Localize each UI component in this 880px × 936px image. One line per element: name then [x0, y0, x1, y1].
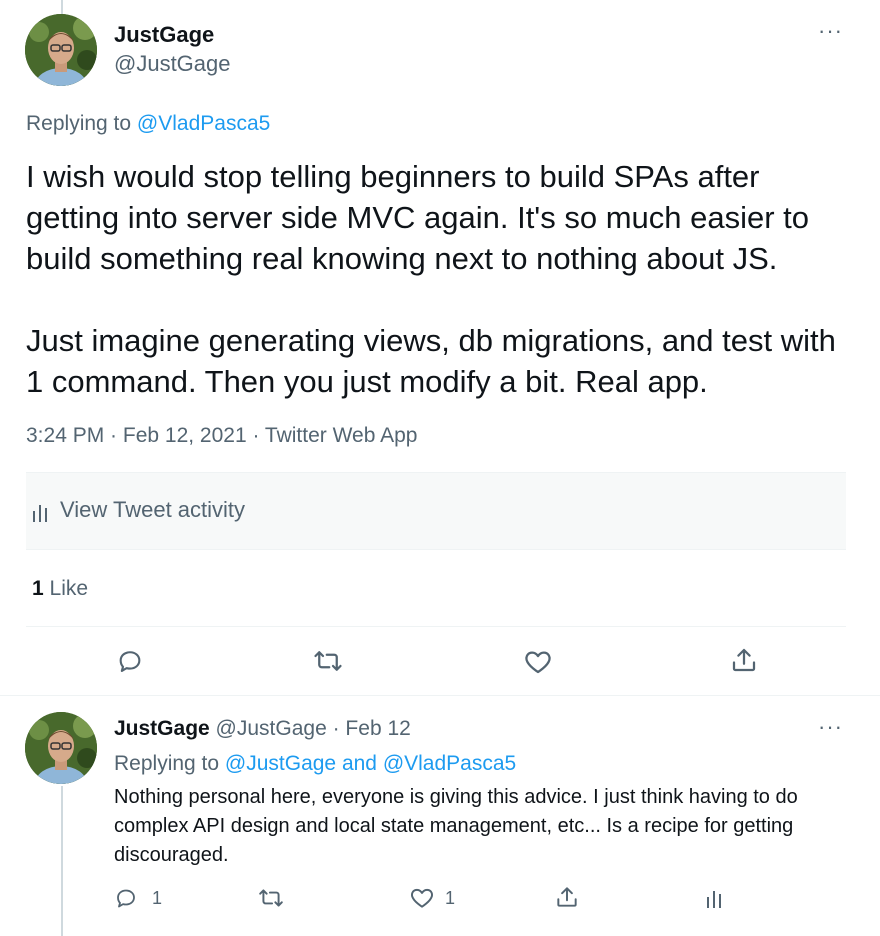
reply-text: Nothing personal here, everyone is givin… — [114, 786, 798, 866]
divider — [26, 549, 846, 550]
reply-author-name[interactable]: JustGage — [114, 717, 210, 740]
share-button[interactable] — [729, 645, 759, 675]
avatar-image — [25, 14, 97, 86]
tweet-text: I wish would stop telling beginners to b… — [26, 156, 856, 402]
reply-like-count: 1 — [445, 887, 456, 908]
reply-like-button[interactable]: 1 — [409, 885, 455, 911]
divider — [26, 626, 846, 627]
thread-line-reply — [61, 786, 63, 936]
likes-summary[interactable]: 1 Like — [32, 577, 88, 601]
retweet-icon — [259, 889, 283, 907]
tweet-text-paragraph-1: I wish would stop telling beginners to b… — [26, 159, 810, 276]
reply-header: JustGage @JustGage · Feb 12 — [114, 717, 411, 741]
like-button[interactable] — [523, 647, 553, 677]
likes-label: Like — [49, 577, 89, 600]
reply-icon — [119, 651, 141, 672]
reply-count: 1 — [152, 887, 163, 908]
reply-date[interactable]: · Feb 12 — [333, 717, 411, 740]
share-icon — [557, 887, 577, 907]
more-options-button[interactable]: ··· — [818, 18, 843, 44]
replying-prefix: Replying to — [26, 112, 132, 135]
view-tweet-activity-button[interactable]: View Tweet activity — [26, 473, 846, 549]
reply-activity-button[interactable] — [706, 888, 724, 910]
retweet-button[interactable] — [313, 646, 343, 676]
heart-icon — [525, 651, 551, 674]
replying-to-link[interactable]: @JustGage and @VladPasca5 — [225, 752, 516, 775]
reply-button[interactable] — [116, 647, 144, 675]
author-name[interactable]: JustGage — [114, 22, 214, 48]
activity-icon — [32, 503, 50, 528]
tweet-timestamp[interactable]: 3:24 PM · Feb 12, 2021 · Twitter Web App — [26, 424, 417, 448]
replying-to-link[interactable]: @VladPasca5 — [137, 112, 270, 135]
reply-share-button[interactable] — [554, 884, 580, 910]
retweet-icon — [314, 651, 342, 671]
reply-replying-to: Replying to @JustGage and @VladPasca5 — [114, 752, 516, 776]
reply-more-options-button[interactable]: ··· — [818, 714, 843, 740]
reply-retweet-button[interactable] — [258, 885, 284, 911]
tweet-text-paragraph-2: Just imagine generating views, db migrat… — [26, 323, 836, 399]
avatar-image — [25, 712, 97, 784]
thread-line-top — [61, 0, 63, 14]
replying-to: Replying to @VladPasca5 — [26, 112, 270, 136]
avatar[interactable] — [25, 14, 97, 86]
reply-author-handle[interactable]: @JustGage — [216, 717, 327, 740]
reply-avatar[interactable] — [25, 712, 97, 784]
heart-icon — [411, 888, 433, 908]
divider — [0, 695, 880, 696]
activity-label: View Tweet activity — [60, 497, 246, 522]
author-handle[interactable]: @JustGage — [114, 51, 231, 77]
reply-icon — [117, 889, 135, 908]
share-icon — [732, 648, 756, 672]
replying-prefix: Replying to — [114, 752, 220, 775]
activity-icon — [707, 891, 721, 908]
reply-reply-button[interactable]: 1 — [114, 886, 162, 910]
likes-count: 1 — [32, 577, 44, 600]
